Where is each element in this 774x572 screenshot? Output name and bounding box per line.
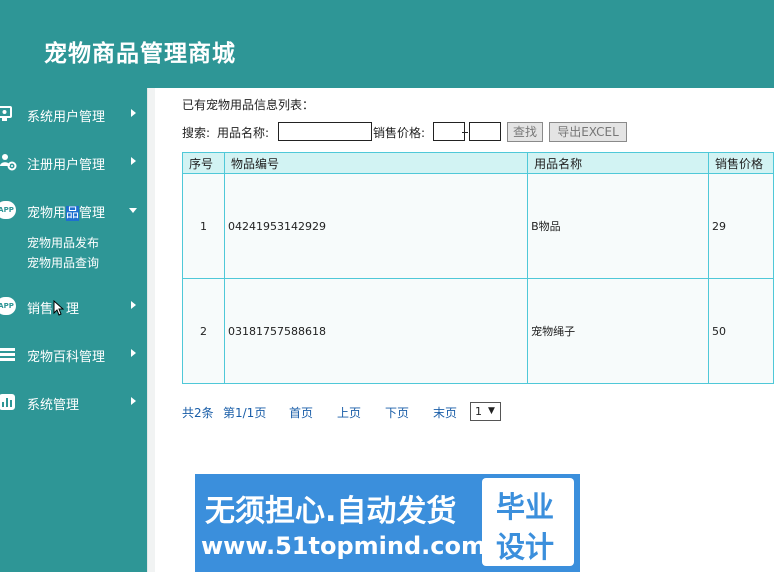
pager-prev-link[interactable]: 上页	[337, 404, 361, 421]
page-select-value: 1	[475, 405, 482, 418]
ad-badge-bottom: 设计	[496, 530, 555, 564]
cell-index: 1	[182, 173, 225, 279]
ad-line1: 无须担心.自动发货	[205, 494, 457, 529]
chevron-down-icon	[129, 208, 137, 213]
cell-price: 50	[708, 278, 774, 384]
ad-banner[interactable]: 无须担心.自动发货 www.51topmind.com 毕业 设计	[195, 474, 580, 572]
sidebar-item-label: 销售理	[27, 299, 80, 317]
chevron-right-icon	[131, 157, 136, 165]
price-min-input[interactable]	[433, 122, 465, 141]
price-max-input[interactable]	[469, 122, 501, 141]
bar-chart-icon	[0, 394, 15, 410]
table-row[interactable]: 2 03181757588618 宠物绳子 50	[182, 278, 774, 384]
pager-total: 共2条	[182, 406, 214, 420]
cell-name: B物品	[527, 173, 709, 279]
ad-badge: 毕业 设计	[482, 478, 574, 566]
ad-badge-top: 毕业	[496, 490, 555, 524]
chevron-right-icon	[131, 349, 136, 357]
chevron-right-icon	[131, 109, 136, 117]
splitter-bar[interactable]	[147, 88, 155, 572]
price-label: 销售价格:	[373, 126, 426, 140]
sidebar: 系统用户管理 注册用户管理 APP 宠物用品管理 宠物用品发布 宠物用品查询 A…	[0, 88, 147, 572]
monitor-user-icon	[0, 106, 12, 121]
pager-last-link[interactable]: 末页	[433, 404, 457, 421]
ad-line2: www.51topmind.com	[201, 532, 486, 560]
product-name-input[interactable]	[278, 122, 372, 141]
pager-page-info: 第1/1页	[223, 406, 267, 420]
sidebar-item-label: 宠物百科管理	[27, 350, 106, 365]
pager-next-link[interactable]: 下页	[385, 404, 409, 421]
chevron-right-icon	[131, 301, 136, 309]
cell-index: 2	[182, 278, 225, 384]
sidebar-item-label: 注册用户管理	[27, 158, 106, 173]
cell-price: 29	[708, 173, 774, 279]
app-title: 宠物商品管理商城	[44, 40, 236, 67]
cell-name: 宠物绳子	[527, 278, 709, 384]
page-select[interactable]: 1 ▼	[470, 402, 501, 421]
header-price[interactable]: 销售价格	[708, 152, 774, 174]
sidebar-item-sales[interactable]: APP 销售理	[0, 293, 147, 321]
sidebar-item-label: 系统用户管理	[27, 110, 106, 125]
app-header: 宠物商品管理商城	[0, 0, 774, 88]
submenu-item-query[interactable]: 宠物用品查询	[27, 254, 99, 271]
product-table: 序号 物品编号 用品名称 销售价格 1 04241953142929 B物品 2…	[182, 152, 774, 384]
app-icon: APP	[0, 201, 16, 219]
sidebar-item-pet-wiki[interactable]: 宠物百科管理	[0, 341, 147, 369]
header-index[interactable]: 序号	[182, 152, 225, 174]
main-content: 已有宠物用品信息列表： 搜索: 用品名称: 销售价格: 查找 导出EXCEL 序…	[155, 88, 774, 572]
search-label: 搜索:	[182, 126, 211, 140]
header-name[interactable]: 用品名称	[527, 152, 709, 174]
cursor-icon	[53, 299, 66, 317]
range-separator	[462, 132, 468, 133]
pager-first-link[interactable]: 首页	[289, 404, 313, 421]
users-gear-icon	[0, 154, 17, 171]
search-button[interactable]: 查找	[507, 122, 543, 142]
sidebar-item-pet-supplies[interactable]: APP 宠物用品管理	[0, 197, 147, 225]
header-code[interactable]: 物品编号	[223, 152, 529, 174]
submenu-item-publish[interactable]: 宠物用品发布	[27, 234, 99, 251]
table-row[interactable]: 1 04241953142929 B物品 29	[182, 173, 774, 279]
sidebar-item-registered-users[interactable]: 注册用户管理	[0, 149, 147, 177]
cell-code: 04241953142929	[223, 173, 529, 279]
cell-code: 03181757588618	[223, 278, 529, 384]
dropdown-caret-icon: ▼	[488, 406, 495, 416]
sidebar-item-label: 系统管理	[27, 398, 80, 413]
sidebar-item-label: 宠物用品管理	[27, 206, 106, 221]
list-title: 已有宠物用品信息列表：	[182, 98, 315, 112]
product-name-label: 用品名称:	[217, 126, 270, 140]
sidebar-item-system-users[interactable]: 系统用户管理	[0, 101, 147, 129]
sidebar-item-system[interactable]: 系统管理	[0, 389, 147, 417]
chevron-right-icon	[131, 397, 136, 405]
export-excel-button[interactable]: 导出EXCEL	[549, 122, 627, 142]
list-bars-icon	[0, 348, 15, 361]
app-icon: APP	[0, 297, 16, 315]
table-header-row: 序号 物品编号 用品名称 销售价格	[182, 152, 774, 174]
